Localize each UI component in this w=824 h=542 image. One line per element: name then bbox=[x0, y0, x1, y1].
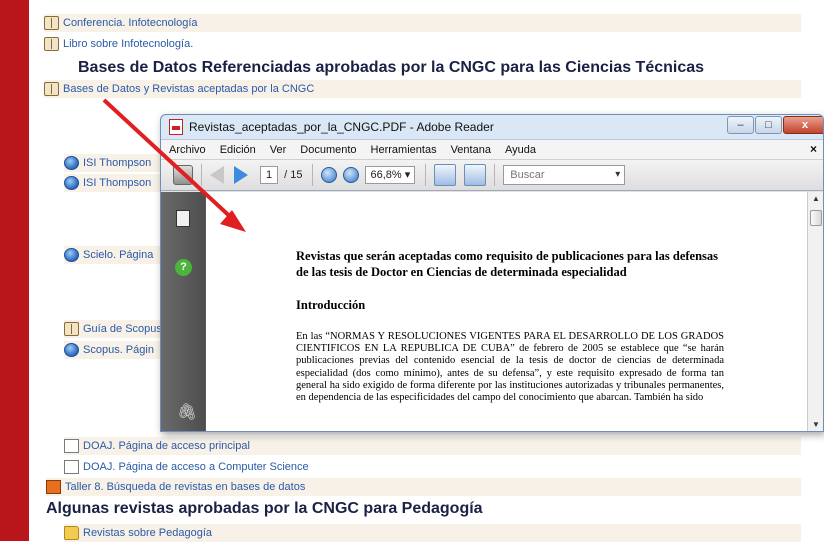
page-icon bbox=[64, 460, 79, 474]
toolbar-separator bbox=[312, 164, 314, 186]
search-input[interactable]: Buscar bbox=[503, 165, 626, 185]
heading-pedagogy: Algunas revistas aprobadas por la CNGC p… bbox=[46, 500, 483, 517]
section-heading: Introducción bbox=[296, 298, 366, 312]
toolbar-separator bbox=[425, 164, 427, 186]
page-icon bbox=[64, 439, 79, 453]
link-scielo[interactable]: Scielo. Página bbox=[64, 246, 160, 264]
link-doaj-computer-science[interactable]: DOAJ. Página de acceso a Computer Scienc… bbox=[64, 458, 309, 476]
window-controls: – □ x bbox=[726, 116, 823, 134]
link-label: Taller 8. Búsqueda de revistas en bases … bbox=[65, 481, 306, 493]
link-bases-de-datos[interactable]: Bases de Datos y Revistas aceptadas por … bbox=[44, 80, 801, 98]
page-total: / 15 bbox=[284, 169, 303, 181]
pdf-page: Revistas que serán aceptadas como requis… bbox=[296, 248, 724, 404]
menu-documento[interactable]: Documento bbox=[300, 144, 356, 156]
window-titlebar[interactable]: Revistas_aceptadas_por_la_CNGC.PDF - Ado… bbox=[161, 115, 823, 139]
link-label: Conferencia. Infotecnología bbox=[63, 17, 198, 29]
folder-icon bbox=[64, 526, 79, 540]
link-label: Libro sobre Infotecnología. bbox=[63, 38, 194, 50]
previous-page-icon[interactable] bbox=[210, 166, 224, 184]
window-title: Revistas_aceptadas_por_la_CNGC.PDF - Ado… bbox=[189, 120, 494, 134]
heading-technical-sciences: Bases de Datos Referenciadas aprobadas p… bbox=[78, 59, 705, 76]
menu-ver[interactable]: Ver bbox=[270, 144, 287, 156]
menu-herramientas[interactable]: Herramientas bbox=[371, 144, 437, 156]
reader-toolbar: 1 / 15 66,8% ▾ Buscar bbox=[161, 159, 823, 191]
link-isi-thompson-1[interactable]: ISI Thompson bbox=[64, 154, 160, 172]
link-label: ISI Thompson bbox=[83, 157, 152, 169]
globe-icon bbox=[64, 176, 79, 190]
zoom-in-icon[interactable] bbox=[343, 167, 360, 183]
document-view[interactable]: Revistas que serán aceptadas como requis… bbox=[205, 192, 807, 431]
menu-bar: Archivo Edición Ver Documento Herramient… bbox=[161, 139, 823, 159]
scroll-up-icon[interactable]: ▲ bbox=[812, 194, 820, 203]
minimize-button[interactable]: – bbox=[727, 116, 754, 134]
link-conferencia[interactable]: Conferencia. Infotecnología bbox=[44, 14, 801, 32]
link-label: Bases de Datos y Revistas aceptadas por … bbox=[63, 83, 315, 95]
link-label: Guía de Scopus bbox=[83, 323, 160, 335]
page-number-input[interactable]: 1 bbox=[260, 166, 279, 184]
pages-icon[interactable] bbox=[176, 210, 190, 227]
link-label: Scopus. Págin bbox=[83, 344, 154, 356]
toolbar-separator bbox=[201, 164, 202, 186]
maximize-button[interactable]: □ bbox=[755, 116, 782, 134]
help-icon[interactable]: ? bbox=[175, 259, 192, 276]
menu-ayuda[interactable]: Ayuda bbox=[505, 144, 536, 156]
document-title: Revistas que serán aceptadas como requis… bbox=[296, 249, 719, 279]
book-icon bbox=[44, 37, 59, 51]
link-taller-8[interactable]: Taller 8. Búsqueda de revistas en bases … bbox=[46, 478, 801, 496]
link-label: DOAJ. Página de acceso a Computer Scienc… bbox=[83, 461, 309, 473]
task-icon bbox=[46, 480, 61, 494]
menu-archivo[interactable]: Archivo bbox=[169, 144, 206, 156]
next-page-icon[interactable] bbox=[234, 166, 248, 184]
globe-icon bbox=[64, 156, 79, 170]
zoom-out-icon[interactable] bbox=[321, 167, 338, 183]
menu-edicion[interactable]: Edición bbox=[220, 144, 256, 156]
link-isi-thompson-2[interactable]: ISI Thompson bbox=[64, 174, 160, 192]
scroll-thumb[interactable] bbox=[810, 210, 822, 226]
menu-ventana[interactable]: Ventana bbox=[451, 144, 491, 156]
book-icon bbox=[44, 16, 59, 30]
navigation-panel: ? 🖇 bbox=[161, 192, 205, 431]
zoom-value: 66,8% bbox=[370, 169, 402, 181]
adobe-reader-window[interactable]: Revistas_aceptadas_por_la_CNGC.PDF - Ado… bbox=[160, 114, 824, 432]
link-label: ISI Thompson bbox=[83, 177, 152, 189]
close-document-button[interactable]: × bbox=[810, 142, 817, 156]
link-label: Revistas sobre Pedagogía bbox=[83, 527, 213, 539]
globe-icon bbox=[64, 248, 79, 262]
chevron-down-icon: ▾ bbox=[404, 169, 411, 181]
globe-icon bbox=[64, 343, 79, 357]
book-icon bbox=[64, 322, 79, 336]
close-button[interactable]: x bbox=[783, 116, 823, 134]
print-icon[interactable] bbox=[173, 165, 193, 185]
link-label: DOAJ. Página de acceso principal bbox=[83, 440, 250, 452]
left-red-bar bbox=[0, 0, 29, 541]
link-doaj-principal[interactable]: DOAJ. Página de acceso principal bbox=[64, 437, 801, 455]
link-scopus[interactable]: Scopus. Págin bbox=[64, 341, 160, 359]
toolbar-separator bbox=[494, 164, 496, 186]
scroll-down-icon[interactable]: ▼ bbox=[812, 420, 820, 429]
folder-revistas-pedagogia[interactable]: Revistas sobre Pedagogía bbox=[64, 524, 801, 542]
link-guia-scopus[interactable]: Guía de Scopus bbox=[64, 320, 160, 338]
link-label: Scielo. Página bbox=[83, 249, 154, 261]
vertical-scrollbar[interactable]: ▲ ▼ bbox=[807, 192, 823, 431]
document-paragraph: En las “NORMAS Y RESOLUCIONES VIGENTES P… bbox=[296, 331, 724, 404]
pdf-file-icon bbox=[169, 119, 183, 135]
zoom-dropdown[interactable]: 66,8% ▾ bbox=[365, 166, 416, 184]
fit-width-icon[interactable] bbox=[464, 164, 487, 186]
link-libro[interactable]: Libro sobre Infotecnología. bbox=[44, 35, 193, 53]
fit-page-icon[interactable] bbox=[434, 164, 457, 186]
attachments-icon[interactable]: 🖇 bbox=[177, 402, 197, 422]
book-icon bbox=[44, 82, 59, 96]
